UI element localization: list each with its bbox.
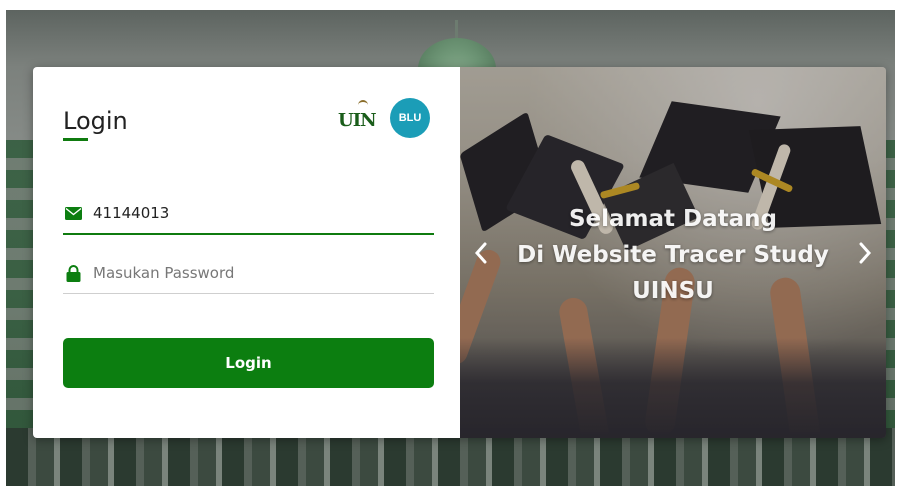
uin-logo: UIN <box>338 100 384 136</box>
login-title: Login <box>63 107 128 135</box>
password-input[interactable] <box>93 264 413 282</box>
login-card: Login UIN BLU 41144013 Login Selamat Dat… <box>33 67 886 438</box>
welcome-carousel: Selamat Datang Di Website Tracer Study U… <box>460 67 886 438</box>
logo-group: UIN BLU <box>338 97 430 139</box>
lock-icon <box>63 263 83 283</box>
chevron-left-icon <box>474 242 487 264</box>
login-panel: Login UIN BLU 41144013 Login <box>33 67 460 438</box>
title-underline <box>63 138 88 141</box>
username-input[interactable] <box>93 204 413 222</box>
welcome-line-3: UINSU <box>632 278 714 304</box>
carousel-prev-button[interactable] <box>468 237 494 269</box>
uin-logo-text: UIN <box>338 110 377 131</box>
carousel-next-button[interactable] <box>852 237 878 269</box>
welcome-line-2: Di Website Tracer Study <box>517 242 829 268</box>
blu-logo: BLU <box>390 98 430 138</box>
uin-logo-mark <box>358 100 368 110</box>
welcome-line-1: Selamat Datang <box>568 206 778 232</box>
envelope-icon <box>63 203 83 223</box>
chevron-right-icon <box>859 242 872 264</box>
login-button[interactable]: Login <box>63 338 434 388</box>
username-field <box>63 193 434 235</box>
password-field <box>63 253 434 294</box>
welcome-text: Selamat Datang Di Website Tracer Study U… <box>460 201 886 309</box>
